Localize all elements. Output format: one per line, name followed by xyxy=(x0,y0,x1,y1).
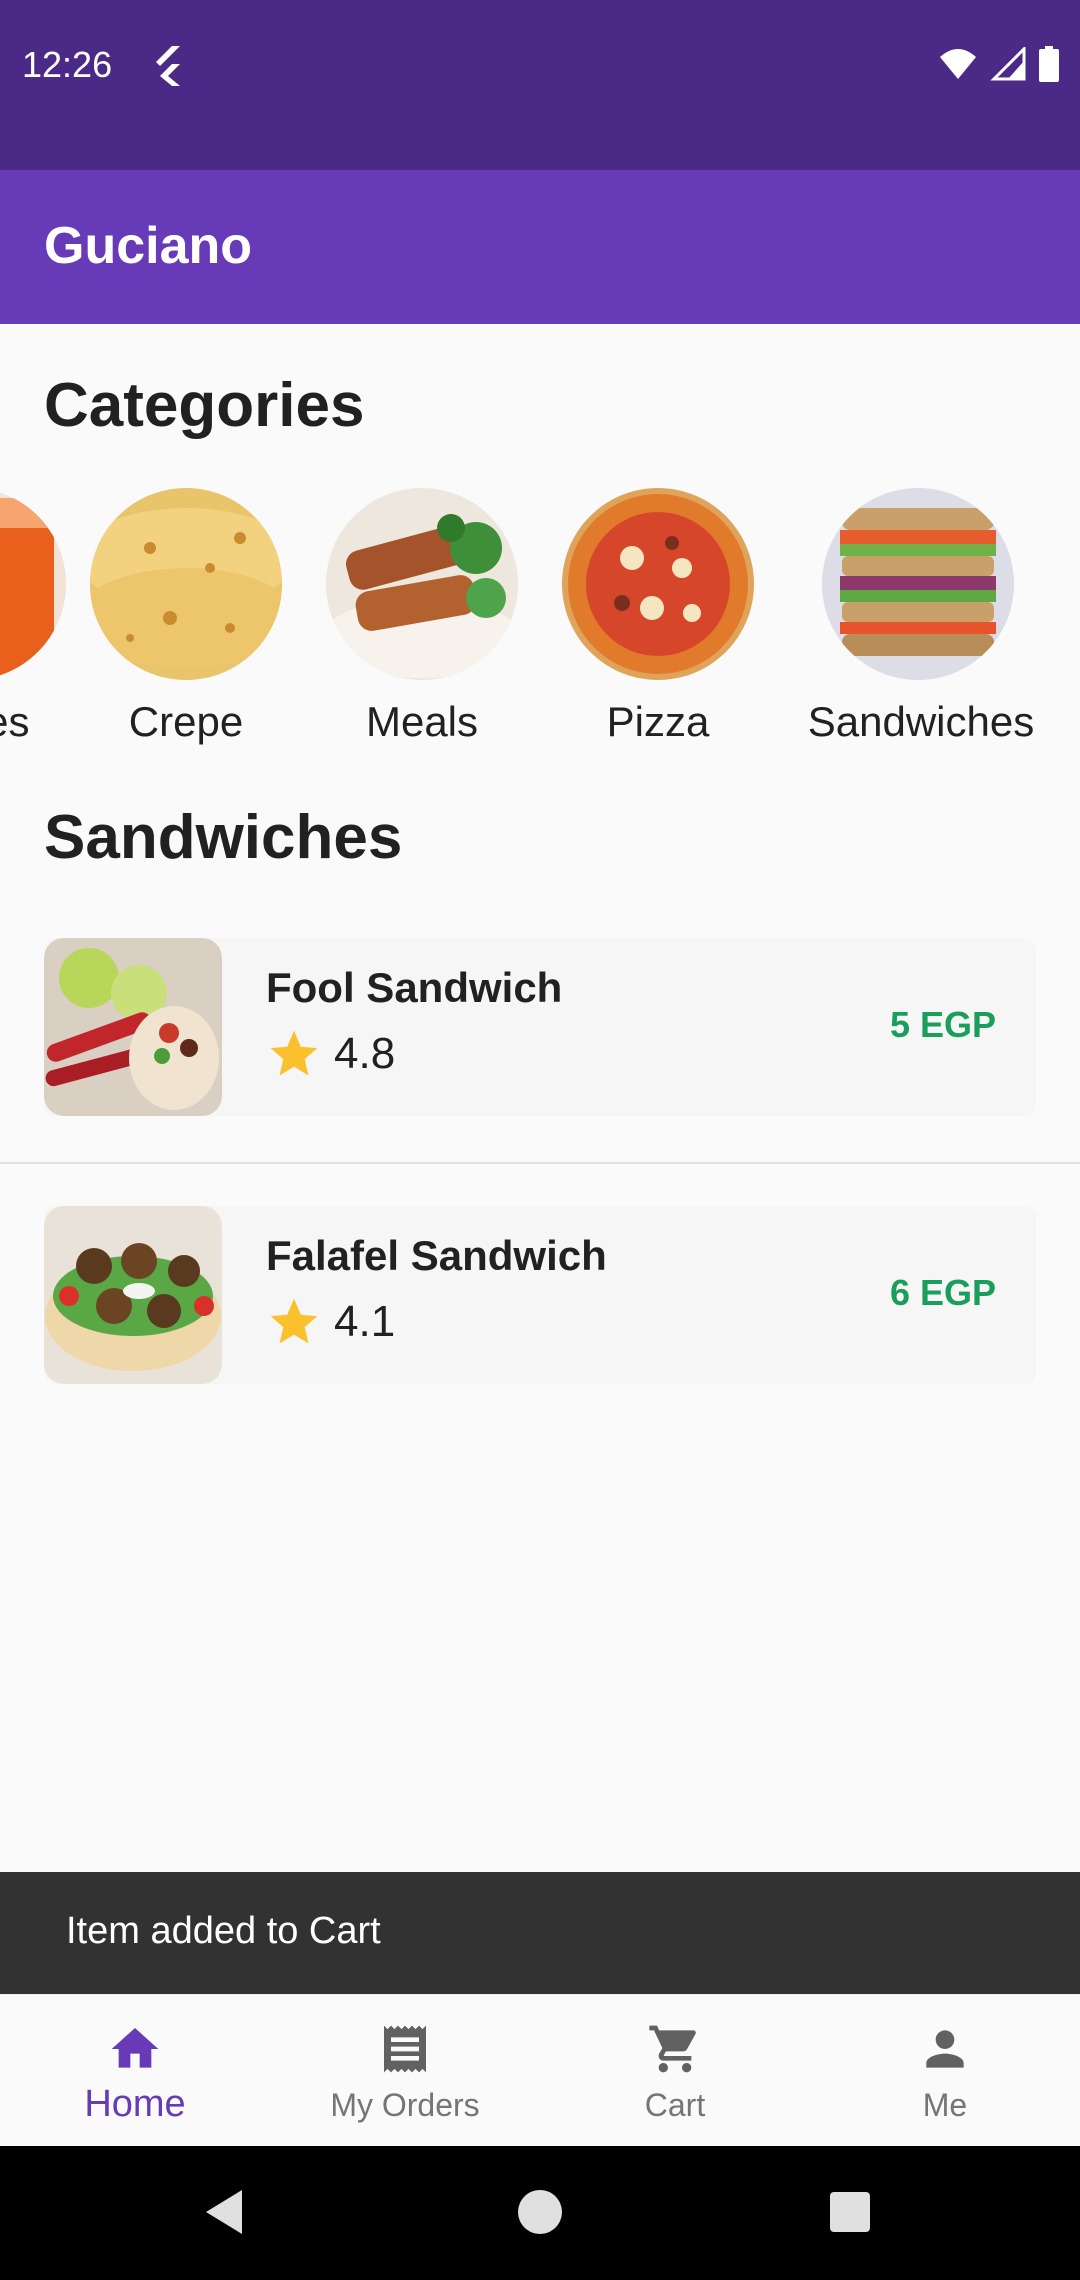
categories-title: Categories xyxy=(44,371,365,440)
system-navigation-bar xyxy=(0,2146,1080,2280)
category-label: Crepe xyxy=(128,698,244,745)
list-item[interactable]: Falafel Sandwich 4.1 6 EGP xyxy=(0,1206,1080,1472)
nav-home[interactable]: Home xyxy=(0,1995,270,2147)
item-rating: 4.8 xyxy=(266,1026,395,1082)
sandwiches-image xyxy=(822,488,1014,680)
category-label: Pizza xyxy=(606,698,710,745)
back-icon[interactable] xyxy=(194,2180,258,2244)
category-label: Meals xyxy=(365,698,479,745)
snackbar: Item added to Cart xyxy=(0,1872,1080,1994)
app-title: Guciano xyxy=(44,217,253,275)
signal-icon xyxy=(990,47,1026,81)
item-name: Falafel Sandwich xyxy=(266,1232,607,1279)
section-title: Sandwiches xyxy=(44,803,403,872)
nav-label: My Orders xyxy=(330,2087,480,2123)
flutter-icon xyxy=(156,46,180,86)
wifi-icon xyxy=(940,49,976,79)
rating-value: 4.1 xyxy=(334,1297,396,1346)
status-bar: 12:26 xyxy=(0,0,1080,170)
bottom-navigation: Home My Orders Cart Me xyxy=(0,1994,1080,2147)
home-icon xyxy=(111,2028,159,2068)
nav-label: Me xyxy=(922,2087,968,2123)
star-icon xyxy=(270,1030,318,1076)
category-sandwiches[interactable]: Sandwiches xyxy=(796,488,1046,758)
item-price: 5 EGP xyxy=(889,1004,996,1045)
recents-icon[interactable] xyxy=(818,2180,882,2244)
item-price: 6 EGP xyxy=(889,1272,996,1313)
categories-list[interactable]: Juices Crepe xyxy=(0,488,1080,758)
falafel-sandwich-image xyxy=(44,1206,222,1384)
divider xyxy=(0,1162,1080,1164)
status-time: 12:26 xyxy=(22,44,113,85)
item-rating: 4.1 xyxy=(266,1294,395,1350)
nav-label: Home xyxy=(84,2083,186,2125)
meals-image xyxy=(326,488,518,680)
nav-me[interactable]: Me xyxy=(810,1995,1080,2147)
nav-my-orders[interactable]: My Orders xyxy=(270,1995,540,2147)
category-pizza[interactable]: Pizza xyxy=(538,488,778,758)
item-card[interactable]: Falafel Sandwich 4.1 6 EGP xyxy=(44,1206,1036,1384)
category-label: Sandwiches xyxy=(807,698,1035,745)
item-name: Fool Sandwich xyxy=(266,964,563,1011)
item-card[interactable]: Fool Sandwich 4.8 5 EGP xyxy=(44,938,1036,1116)
battery-icon xyxy=(1039,46,1059,82)
list-item[interactable]: Fool Sandwich 4.8 5 EGP xyxy=(0,938,1080,1204)
receipt-icon xyxy=(384,2025,426,2073)
pizza-image xyxy=(562,488,754,680)
home-circle-icon[interactable] xyxy=(508,2180,572,2244)
category-crepe[interactable]: Crepe xyxy=(66,488,306,758)
person-icon xyxy=(926,2030,964,2068)
status-icons xyxy=(938,46,1060,82)
nav-cart[interactable]: Cart xyxy=(540,1995,810,2147)
nav-label: Cart xyxy=(644,2087,706,2123)
app-bar: Guciano xyxy=(0,170,1080,324)
snackbar-message: Item added to Cart xyxy=(66,1910,381,1952)
juice-image xyxy=(0,488,66,680)
crepe-image xyxy=(90,488,282,680)
rating-value: 4.8 xyxy=(334,1029,396,1078)
star-icon xyxy=(270,1298,318,1344)
fool-sandwich-image xyxy=(44,938,222,1116)
category-meals[interactable]: Meals xyxy=(302,488,542,758)
cart-icon xyxy=(649,2025,696,2073)
